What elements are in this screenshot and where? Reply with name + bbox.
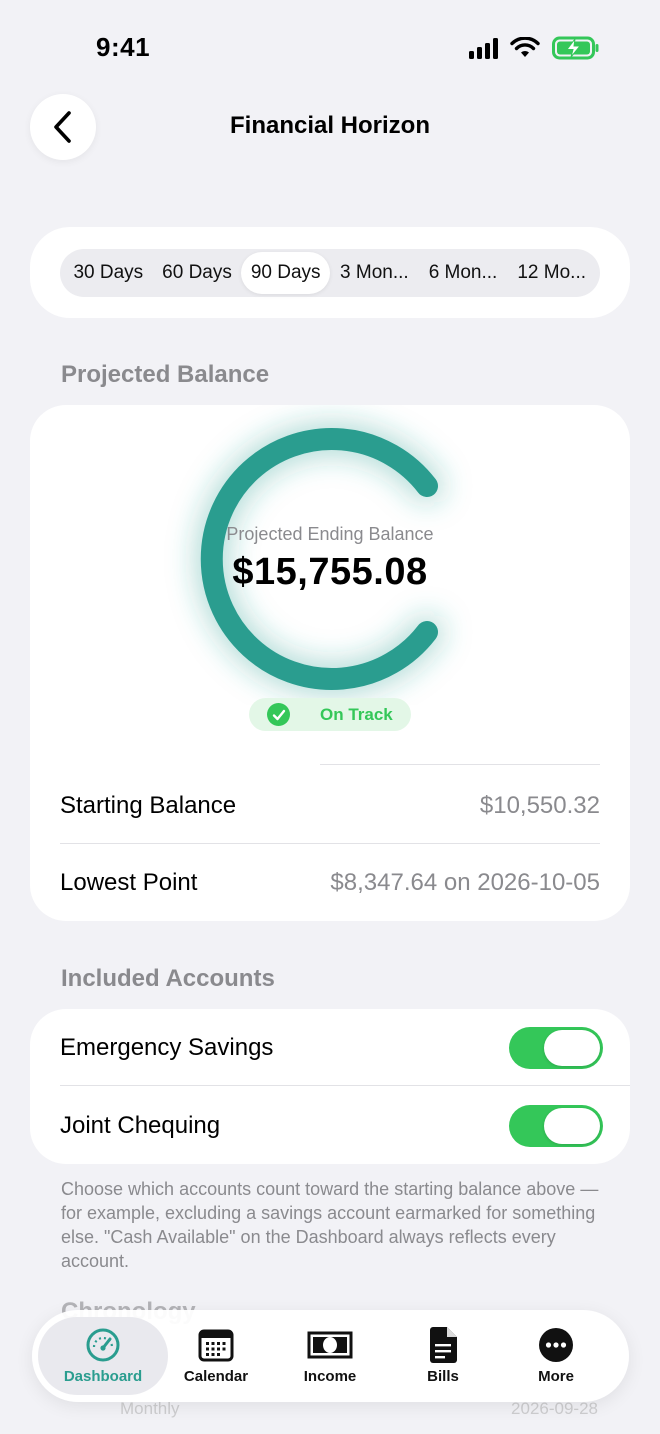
horizon-selector-card: 30 Days 60 Days 90 Days 3 Mon... 6 Mon..… (30, 227, 630, 318)
row-label: Lowest Point (60, 869, 198, 896)
divider (320, 764, 600, 765)
account-name: Joint Chequing (60, 1112, 221, 1139)
tab-label: More (538, 1368, 574, 1385)
banknote-icon (307, 1327, 353, 1363)
status-time: 9:41 (96, 32, 151, 62)
tab-label: Dashboard (63, 1368, 143, 1385)
row-value: $10,550.32 (479, 792, 600, 819)
status-badge: On Track (249, 698, 411, 731)
tab-label: Bills (427, 1368, 459, 1385)
segment-30-days[interactable]: 30 Days (64, 252, 153, 294)
segment-12-months[interactable]: 12 Mo... (507, 252, 596, 294)
segment-3-months[interactable]: 3 Mon... (330, 252, 419, 294)
chronology-item-date: 2026-09-28 (511, 1399, 598, 1418)
segment-90-days[interactable]: 90 Days (241, 252, 331, 294)
projected-balance-heading: Projected Balance (61, 361, 270, 388)
tab-bills[interactable]: Bills (386, 1310, 500, 1402)
chronology-item-frequency: Monthly (120, 1399, 180, 1418)
toggle-knob (544, 1030, 600, 1066)
status-text: On Track (320, 705, 393, 724)
account-name: Emergency Savings (60, 1034, 274, 1061)
status-icons (469, 36, 600, 60)
accounts-footnote: Choose which accounts count toward the s… (61, 1179, 599, 1271)
cellular-signal-icon (469, 37, 498, 59)
tab-bar: Dashboard Calendar Income Bills More (32, 1310, 629, 1402)
checkmark-icon (267, 703, 290, 726)
projected-balance-card: Projected Ending Balance $15,755.08 On T… (30, 405, 630, 921)
document-icon (428, 1327, 458, 1363)
tab-dashboard[interactable]: Dashboard (38, 1317, 168, 1395)
projected-ending-balance: $15,755.08 (232, 551, 428, 593)
battery-charging-icon (552, 36, 599, 60)
included-accounts-card: Emergency Savings Joint Chequing (30, 1009, 630, 1164)
joint-chequing-toggle[interactable] (509, 1105, 603, 1147)
gauge-label: Projected Ending Balance (226, 524, 434, 544)
toggle-knob (544, 1108, 600, 1144)
emergency-savings-toggle[interactable] (509, 1027, 603, 1069)
calendar-icon (198, 1327, 234, 1363)
ellipsis-icon (538, 1327, 574, 1363)
tab-label: Calendar (183, 1368, 249, 1385)
row-label: Starting Balance (60, 792, 237, 819)
page-title: Financial Horizon (229, 112, 430, 139)
tab-label: Income (303, 1368, 357, 1385)
horizon-segmented-control: 30 Days 60 Days 90 Days 3 Mon... 6 Mon..… (60, 249, 600, 297)
included-accounts-heading: Included Accounts (61, 965, 275, 992)
segment-6-months[interactable]: 6 Mon... (419, 252, 508, 294)
gauge-icon (85, 1327, 121, 1363)
tab-income[interactable]: Income (273, 1310, 387, 1402)
wifi-icon (510, 37, 540, 57)
divider (60, 1085, 630, 1086)
tab-calendar[interactable]: Calendar (159, 1310, 273, 1402)
starting-balance-row: Starting Balance $10,550.32 (60, 767, 600, 845)
tab-more[interactable]: More (499, 1310, 613, 1402)
row-value: $8,347.64 on 2026-10-05 (330, 869, 600, 896)
lowest-point-row: Lowest Point $8,347.64 on 2026-10-05 (60, 844, 600, 921)
segment-60-days[interactable]: 60 Days (153, 252, 242, 294)
status-bar: 9:41 (0, 0, 660, 96)
